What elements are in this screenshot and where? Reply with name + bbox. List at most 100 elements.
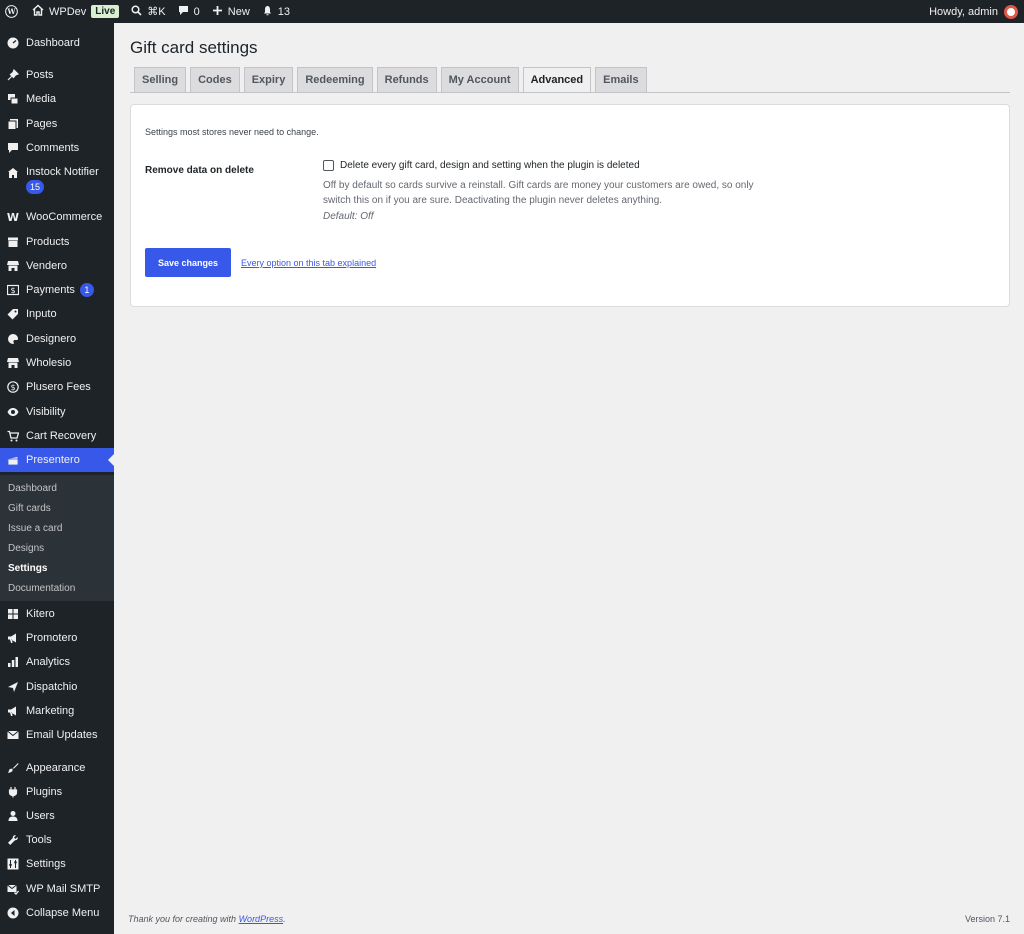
airplane-icon [6,680,20,694]
comments-menu[interactable]: 0 [172,0,206,23]
user-icon [6,809,20,823]
svg-text:$: $ [10,383,15,392]
notifications-count: 13 [277,5,291,18]
menu-posts[interactable]: Posts [0,63,114,87]
tab-codes[interactable]: Codes [190,67,240,92]
svg-text:$: $ [10,286,15,295]
menu-wp-mail-smtp[interactable]: WP Mail SMTP [0,877,114,901]
menu-cart-recovery[interactable]: Cart Recovery [0,424,114,448]
collapse-arrow-icon [6,906,20,920]
tab-advanced[interactable]: Advanced [522,67,592,93]
menu-label: Payments [26,284,75,296]
remove-data-checkbox[interactable] [323,160,334,171]
tab-redeeming[interactable]: Redeeming [297,67,373,92]
new-content-menu[interactable]: New [206,0,256,23]
menu-promotero[interactable]: Promotero [0,626,114,650]
tab-selling[interactable]: Selling [134,67,187,92]
menu-tools[interactable]: Tools [0,828,114,852]
explain-options-link[interactable]: Every option on this tab explained [241,258,376,268]
menu-pages[interactable]: Pages [0,112,114,136]
menu-comments[interactable]: Comments [0,136,114,160]
submenu-issue-card[interactable]: Issue a card [8,523,62,534]
menu-visibility[interactable]: Visibility [0,400,114,424]
menu-email-updates[interactable]: Email Updates [0,723,114,747]
tab-refunds[interactable]: Refunds [376,67,437,92]
menu-users[interactable]: Users [0,804,114,828]
menu-label: Marketing [26,705,75,717]
menu-label: Plugins [26,786,63,798]
submenu-dashboard[interactable]: Dashboard [8,483,57,494]
tab-emails[interactable]: Emails [595,67,647,92]
menu-products[interactable]: Products [0,230,114,254]
eye-icon [6,405,20,419]
dollar-circle-icon: $ [6,380,20,394]
instock-count-badge: 15 [26,180,45,194]
menu-woocommerce[interactable]: W WooCommerce [0,205,114,229]
submenu-designs[interactable]: Designs [8,543,44,554]
dashboard-icon [6,36,20,50]
tab-my-account[interactable]: My Account [440,67,519,92]
menu-label: Comments [26,142,80,154]
menu-media[interactable]: Media [0,87,114,111]
menu-vendero[interactable]: Vendero [0,254,114,278]
menu-presentero[interactable]: Presentero [0,448,114,472]
media-icon [6,92,20,106]
menu-payments[interactable]: $ Payments 1 [0,278,114,302]
submenu-documentation[interactable]: Documentation [8,583,75,594]
save-changes-button[interactable]: Save changes [145,248,231,277]
menu-marketing[interactable]: Marketing [0,699,114,723]
admin-sidebar: Dashboard Posts Media Pages Comments Ins… [0,23,114,934]
menu-label: Media [26,93,56,105]
menu-label: Designero [26,333,77,345]
payments-count-badge: 1 [79,283,94,297]
pushpin-icon [6,68,20,82]
tab-expiry[interactable]: Expiry [243,67,294,92]
menu-dispatchio[interactable]: Dispatchio [0,675,114,699]
tabs-divider [130,92,1010,93]
pages-icon [6,117,20,131]
collapse-menu-button[interactable]: Collapse Menu [0,901,114,925]
menu-settings[interactable]: Settings [0,852,114,876]
menu-label: Settings [26,858,66,870]
menu-plugins[interactable]: Plugins [0,780,114,804]
storefront-icon [6,259,20,273]
menu-appearance[interactable]: Appearance [0,756,114,780]
live-badge: Live [91,5,120,18]
remove-data-checkbox-label[interactable]: Delete every gift card, design and setti… [340,160,640,171]
notifications-menu[interactable]: 13 [256,0,296,23]
intro-text: Settings most stores never need to chang… [145,127,319,137]
wrench-icon [6,833,20,847]
search-icon [131,4,142,19]
menu-label: Wholesio [26,357,72,369]
command-palette-button[interactable]: ⌘K [125,0,171,23]
menu-dashboard[interactable]: Dashboard [0,31,114,55]
menu-plusero-fees[interactable]: $ Plusero Fees [0,375,114,399]
menu-instock-notifier[interactable]: Instock Notifier 15 [0,160,114,196]
presentero-submenu: Dashboard Gift cards Issue a card Design… [0,475,114,601]
menu-designero[interactable]: Designero [0,327,114,351]
envelope-icon [6,728,20,742]
dollar-icon: $ [6,283,20,297]
account-menu[interactable]: Howdy, admin [929,4,1024,19]
menu-inputo[interactable]: Inputo [0,302,114,326]
new-label: New [227,5,250,18]
svg-text:W: W [6,7,16,16]
site-name-menu[interactable]: WPDev Live [26,0,125,23]
plugin-icon [6,785,20,799]
submenu-settings[interactable]: Settings [8,563,47,574]
menu-label: Vendero [26,260,67,272]
page-title: Gift card settings [130,38,258,57]
submenu-gift-cards[interactable]: Gift cards [8,503,51,514]
howdy-text: Howdy, admin [929,5,998,18]
wordpress-logo-icon[interactable]: W [0,0,26,23]
envelope-check-icon [6,882,20,896]
menu-label: Kitero [26,608,55,620]
menu-kitero[interactable]: Kitero [0,602,114,626]
comment-icon [6,141,20,155]
menu-wholesio[interactable]: Wholesio [0,351,114,375]
menu-analytics[interactable]: Analytics [0,650,114,674]
brush-icon [6,761,20,775]
wordpress-link[interactable]: WordPress [239,914,284,924]
remove-data-description: Off by default so cards survive a reinst… [323,180,754,206]
menu-label: Posts [26,69,54,81]
